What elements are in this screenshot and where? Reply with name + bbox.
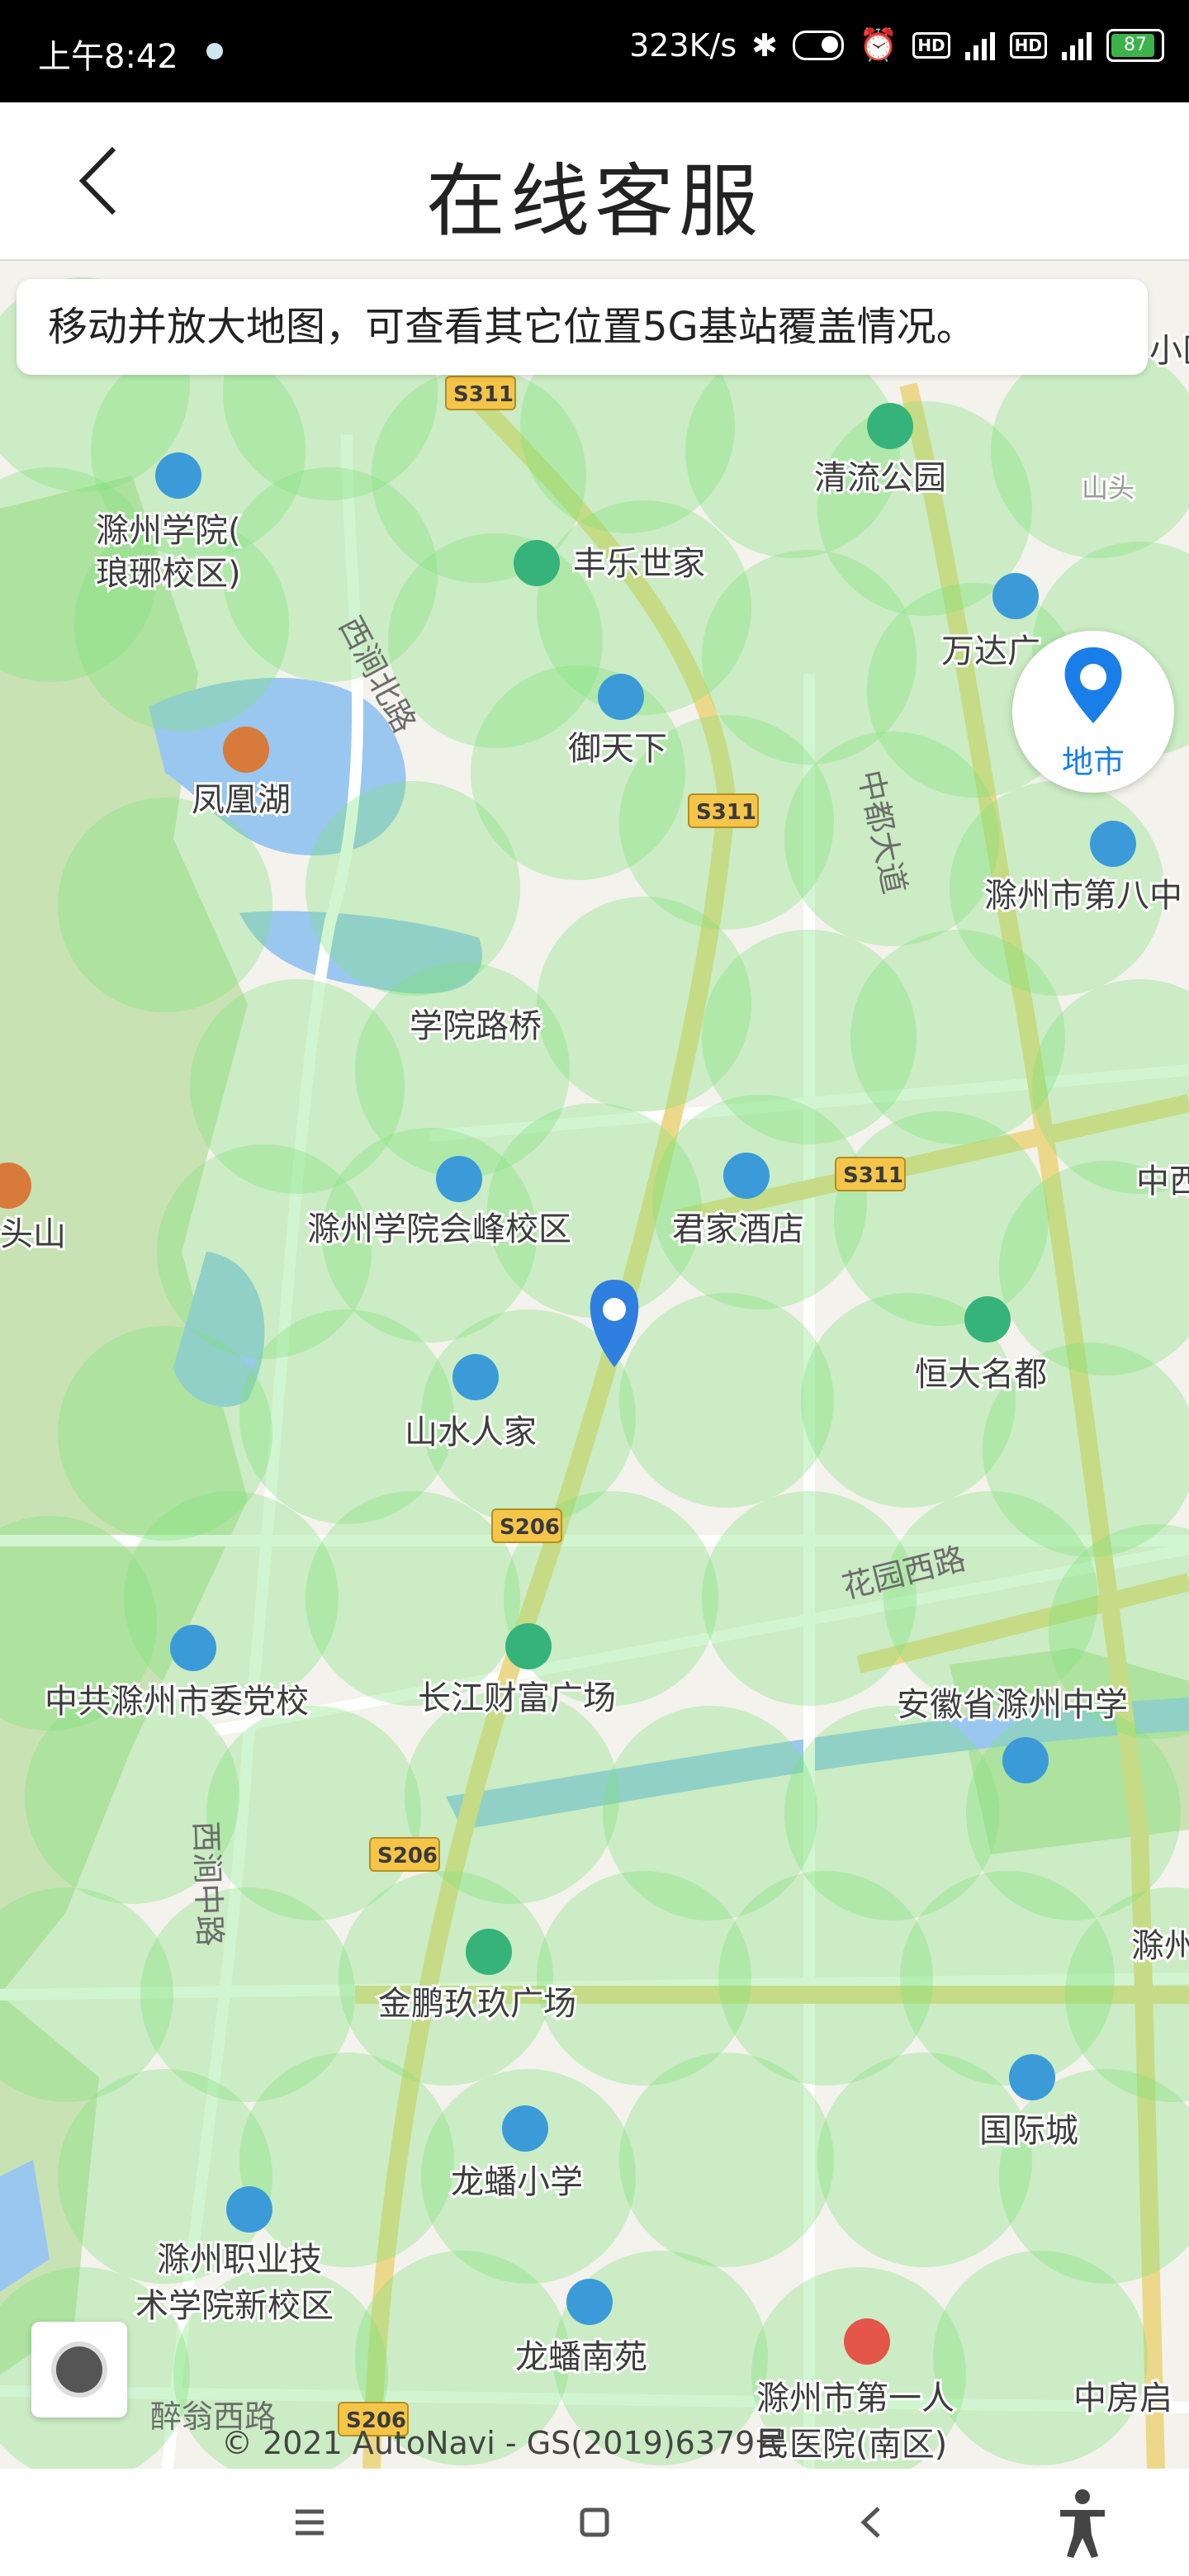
- battery-level: 87: [1124, 34, 1147, 55]
- map-notice: 移动并放大地图，可查看其它位置5G基站覆盖情况。: [17, 279, 1148, 375]
- poi-label[interactable]: 君家酒店: [670, 1208, 807, 1251]
- road-label: 西涧中路: [187, 1821, 228, 1947]
- notification-dot-icon: [206, 43, 223, 59]
- residence-icon: [598, 674, 644, 720]
- shopping-icon: [992, 573, 1039, 619]
- poi-label[interactable]: 御天下: [566, 727, 670, 770]
- alarm-icon: ⏰: [858, 26, 898, 63]
- poi-label[interactable]: 中西: [1134, 1160, 1189, 1203]
- map-canvas[interactable]: S311 S311 S311 S206 S206 S206 滁州学院(琅琊校区…: [0, 261, 1189, 2469]
- title-bar: 在线客服: [0, 102, 1189, 261]
- map-copyright: © 2021 AutoNavi - GS(2019)6379号: [221, 2425, 787, 2461]
- school-icon: [226, 2186, 272, 2233]
- hd-icon-2: HD: [1009, 31, 1047, 59]
- signal-icon: [964, 31, 995, 60]
- bluetooth-icon: ✱: [751, 26, 778, 64]
- school-icon: [155, 452, 201, 499]
- poi-label[interactable]: 凤凰湖: [189, 779, 293, 822]
- poi-label[interactable]: 滁州市第八中: [982, 874, 1185, 917]
- residence-icon: [566, 2279, 613, 2325]
- back-icon: [860, 2507, 880, 2538]
- status-icons: 323K/s ✱ ⏰ HD HD 87: [629, 26, 1164, 64]
- system-back-button[interactable]: [826, 2485, 917, 2559]
- park-icon: [867, 403, 913, 449]
- home-icon: [580, 2507, 609, 2537]
- poi-label[interactable]: 恒大名都: [912, 1353, 1049, 1396]
- locate-city-button[interactable]: 地市: [1012, 631, 1174, 793]
- toggle-icon: [792, 30, 844, 60]
- home-button[interactable]: [549, 2485, 640, 2559]
- poi-label[interactable]: 清流公园: [812, 457, 949, 500]
- poi-label[interactable]: 术学院新校区: [133, 2285, 336, 2327]
- shield-label: S206: [500, 1515, 560, 1540]
- poi-label[interactable]: 琅琊校区): [93, 552, 244, 595]
- location-pin-icon: [1064, 647, 1122, 723]
- hd-icon: HD: [912, 31, 950, 59]
- status-time: 上午8:42: [38, 38, 178, 76]
- poi-label[interactable]: 小区: [1147, 329, 1189, 372]
- poi-label[interactable]: 滁州学院会峰校区: [305, 1208, 574, 1251]
- poi-label[interactable]: 滁州市第一人: [754, 2377, 957, 2420]
- poi-label[interactable]: 长江财富广场: [415, 1677, 618, 1720]
- poi-label[interactable]: 滁州: [1129, 1925, 1189, 1968]
- page-title: 在线客服: [426, 155, 763, 248]
- locate-city-label: 地市: [1061, 744, 1125, 780]
- poi-label[interactable]: 中房启: [1071, 2377, 1175, 2420]
- school-icon: [1002, 1737, 1049, 1783]
- poi-label[interactable]: 学院路桥: [407, 1005, 544, 1048]
- government-icon: [170, 1625, 216, 1671]
- poi-label[interactable]: 龙蟠南苑: [513, 2336, 650, 2379]
- menu-icon: [296, 2509, 324, 2536]
- record-button[interactable]: [31, 2322, 127, 2417]
- school-icon: [502, 2105, 548, 2152]
- shield-label: S311: [843, 1163, 903, 1188]
- signal-icon-2: [1062, 31, 1092, 60]
- poi-label[interactable]: 龙蟠小学: [448, 2161, 585, 2204]
- poi-label[interactable]: 头山: [0, 1213, 69, 1256]
- building-icon: [466, 1929, 512, 1975]
- school-icon: [436, 1156, 482, 1202]
- scenic-icon: [223, 727, 269, 773]
- shield-label: S311: [696, 800, 756, 825]
- poi-label[interactable]: 中共滁州市委党校: [42, 1680, 311, 1723]
- building-icon: [505, 1623, 552, 1669]
- poi-label[interactable]: 滁州学院(: [93, 509, 244, 552]
- shield-label: S206: [377, 1844, 438, 1868]
- system-nav-bar: [0, 2469, 1189, 2576]
- hospital-icon: [844, 2318, 890, 2365]
- residence-icon: [452, 1354, 499, 1400]
- accessibility-button[interactable]: [1037, 2485, 1128, 2559]
- accessibility-icon: [1060, 2489, 1105, 2558]
- school-icon: [1090, 821, 1136, 867]
- residence-icon: [964, 1296, 1011, 1342]
- menu-button[interactable]: [264, 2485, 355, 2559]
- status-bar: 上午8:42 323K/s ✱ ⏰ HD HD 87: [0, 0, 1189, 102]
- network-speed: 323K/s: [629, 26, 737, 64]
- hotel-icon: [723, 1153, 770, 1199]
- battery-icon: 87: [1106, 28, 1164, 62]
- poi-label[interactable]: 丰乐世家: [571, 542, 708, 585]
- residence-icon: [1009, 2054, 1055, 2100]
- map-view[interactable]: S311 S311 S311 S206 S206 S206 滁州学院(琅琊校区…: [0, 261, 1189, 2469]
- poi-label[interactable]: 山头: [1079, 470, 1137, 506]
- poi-label[interactable]: 山水人家: [402, 1411, 539, 1454]
- poi-label[interactable]: 安徽省滁州中学: [894, 1683, 1130, 1726]
- residence-icon: [514, 540, 560, 586]
- poi-label[interactable]: 国际城: [977, 2110, 1081, 2152]
- poi-label[interactable]: 金鹏玖玖广场: [376, 1982, 579, 2025]
- poi-label[interactable]: 滁州职业技: [154, 2238, 324, 2281]
- shield-label: S311: [453, 382, 514, 407]
